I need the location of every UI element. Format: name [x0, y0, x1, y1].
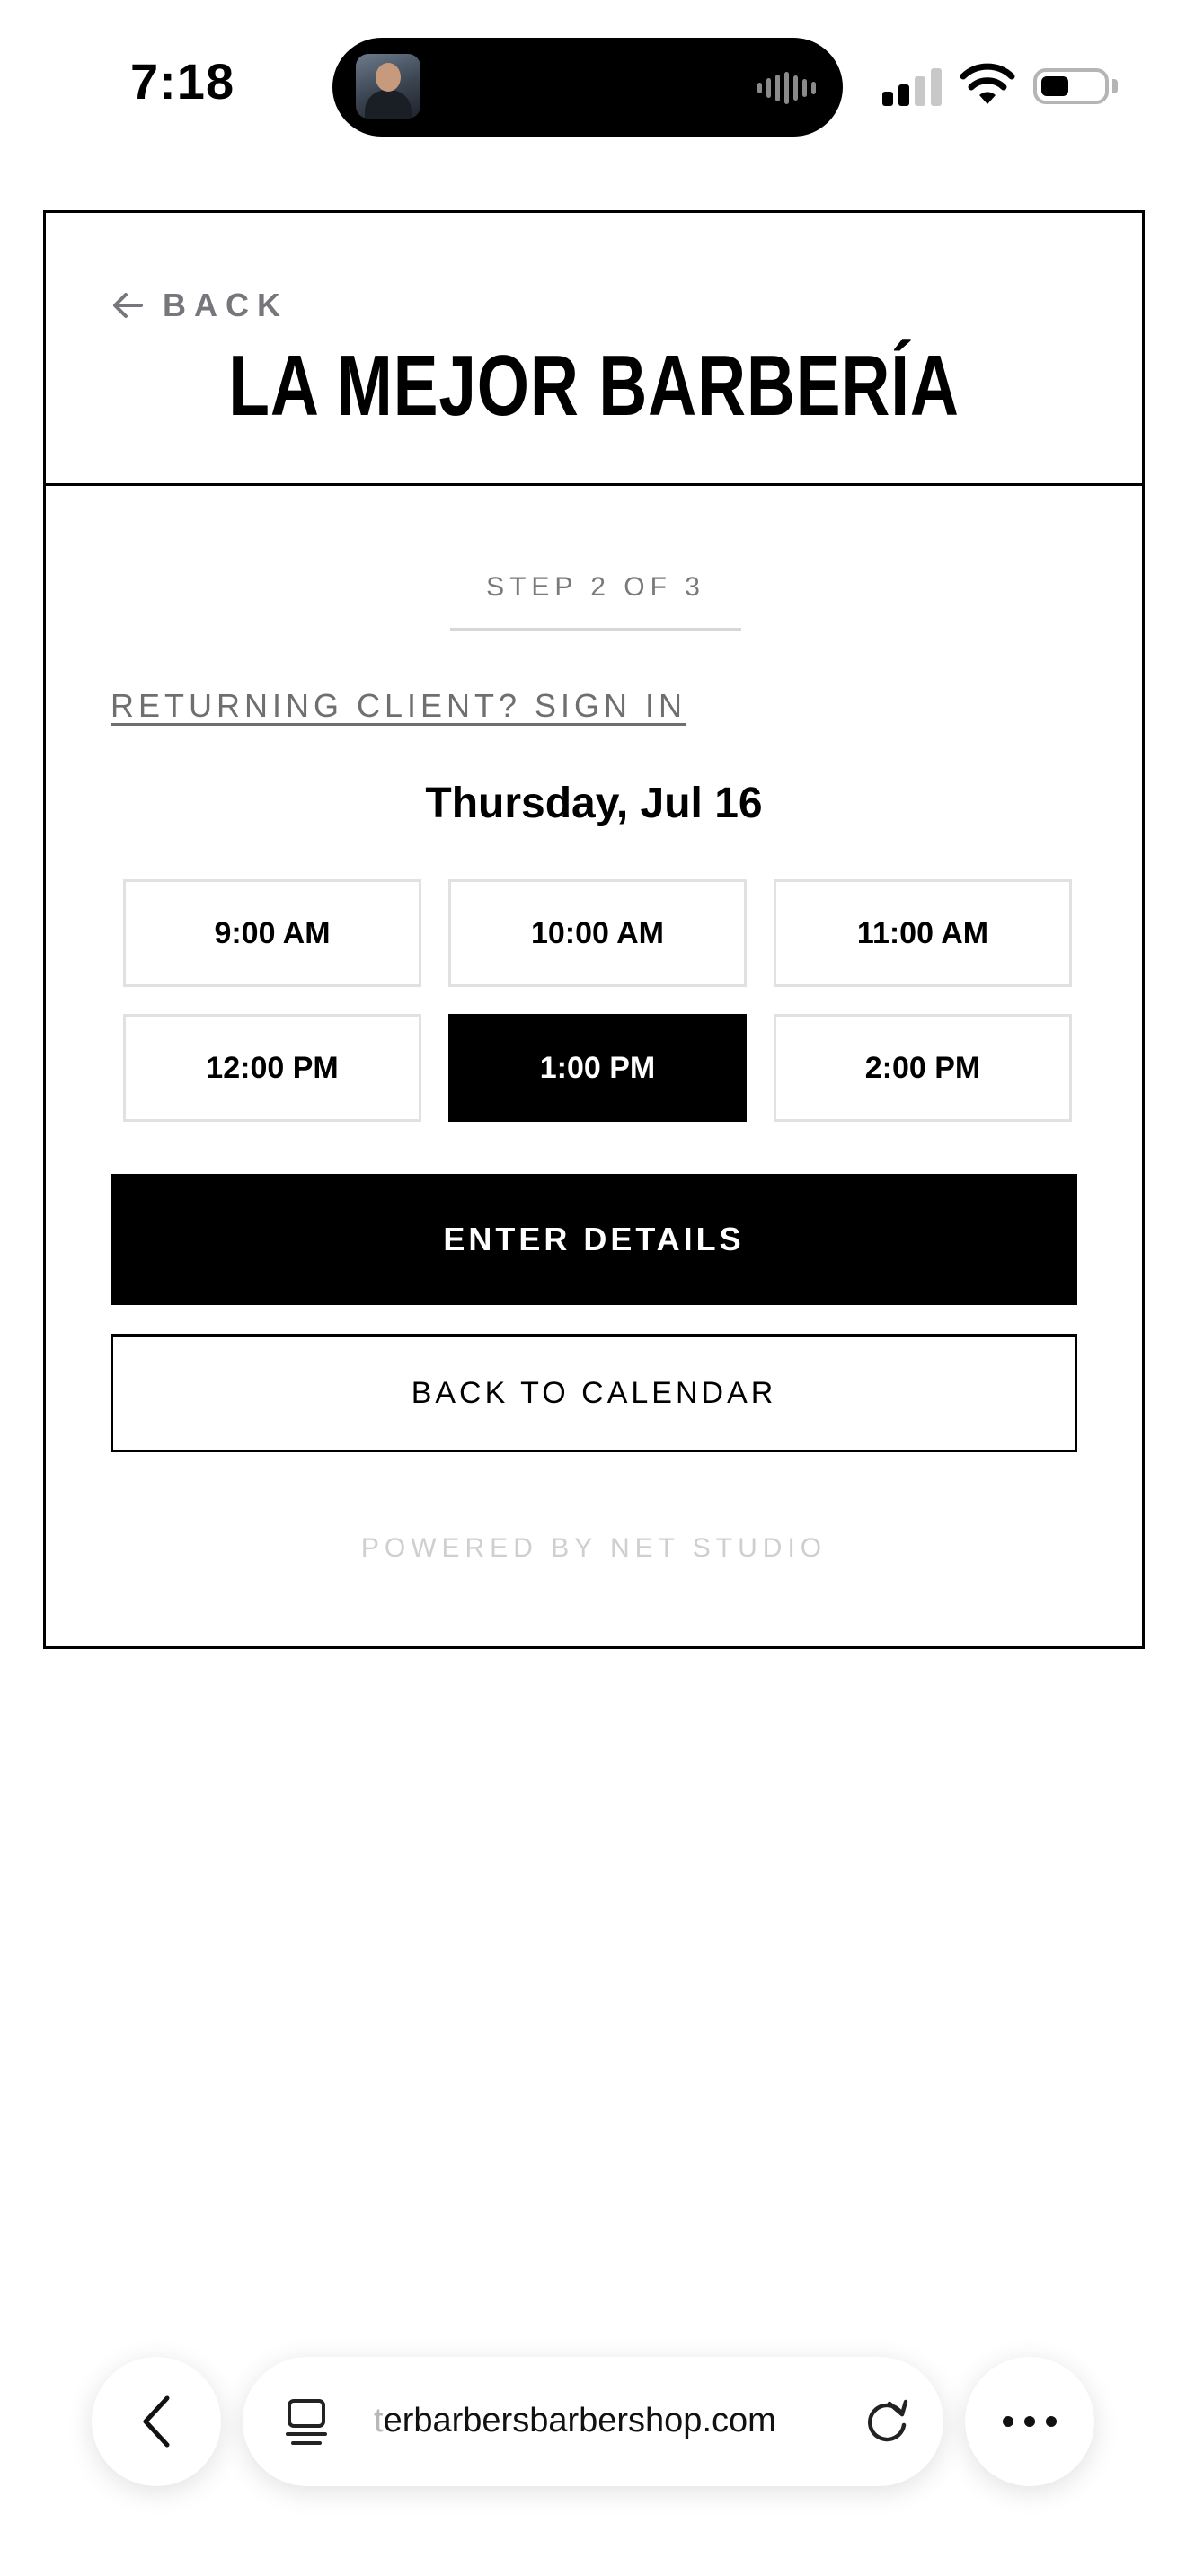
time-slot-grid: 9:00 AM 10:00 AM 11:00 AM 12:00 PM 1:00 … — [123, 879, 1072, 1122]
battery-icon — [1033, 68, 1109, 104]
time-slot-button[interactable]: 10:00 AM — [448, 879, 747, 987]
url-text-faded: t — [374, 2402, 384, 2439]
enter-details-button[interactable]: ENTER DETAILS — [111, 1174, 1077, 1305]
battery-tip — [1112, 79, 1118, 93]
dynamic-island[interactable] — [332, 38, 843, 137]
arrow-left-icon — [113, 293, 143, 318]
status-bar: 7:18 — [0, 0, 1186, 171]
time-slot-button[interactable]: 11:00 AM — [774, 879, 1072, 987]
booking-card: BACK LA MEJOR BARBERÍA STEP 2 OF 3 RETUR… — [43, 210, 1145, 1649]
card-header: BACK LA MEJOR BARBERÍA — [46, 213, 1142, 486]
back-link[interactable]: BACK — [112, 287, 288, 324]
selected-date-heading: Thursday, Jul 16 — [425, 780, 763, 827]
chevron-left-icon — [143, 2395, 170, 2448]
time-slot-button[interactable]: 1:00 PM — [448, 1014, 747, 1122]
brand-title: LA MEJOR BARBERÍA — [228, 338, 960, 434]
back-to-calendar-button[interactable]: BACK TO CALENDAR — [111, 1334, 1077, 1452]
browser-back-button[interactable] — [92, 2357, 221, 2486]
back-label: BACK — [163, 287, 288, 323]
address-bar[interactable]: terbarbersbarbershop.com — [243, 2357, 943, 2486]
url-text: terbarbersbarbershop.com — [374, 2402, 776, 2440]
returning-client-sign-in-link[interactable]: RETURNING CLIENT? SIGN IN — [111, 687, 686, 725]
cellular-signal-icon — [882, 66, 942, 106]
clock-time: 7:18 — [130, 53, 235, 110]
wifi-icon — [960, 63, 1015, 104]
time-slot-button[interactable]: 12:00 PM — [123, 1014, 421, 1122]
step-indicator: STEP 2 OF 3 — [450, 568, 741, 631]
time-slot-button[interactable]: 2:00 PM — [774, 1014, 1072, 1122]
time-slot-button[interactable]: 9:00 AM — [123, 879, 421, 987]
url-text-main: erbarbersbarbershop.com — [383, 2402, 776, 2439]
powered-by-footer[interactable]: POWERED BY NET STUDIO — [46, 1533, 1142, 1564]
reload-icon[interactable] — [863, 2398, 911, 2447]
tabs-icon — [286, 2399, 327, 2445]
more-options-button[interactable] — [965, 2357, 1094, 2486]
live-activity-avatar — [356, 54, 420, 119]
ellipsis-icon — [1003, 2416, 1057, 2427]
audio-waveform-icon — [757, 70, 816, 106]
